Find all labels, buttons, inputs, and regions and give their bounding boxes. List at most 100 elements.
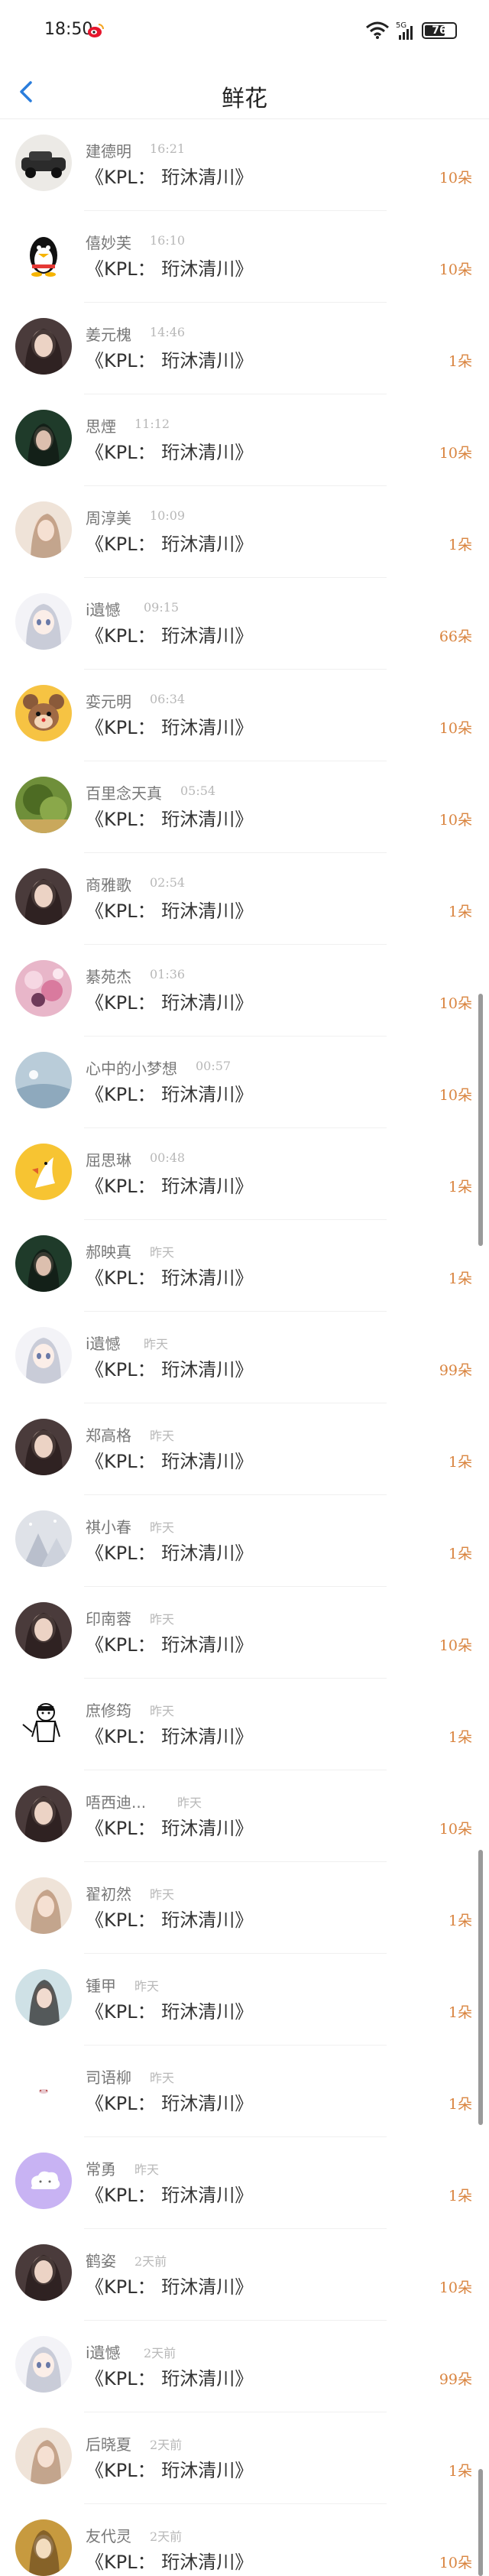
timestamp: 10:09 — [150, 508, 186, 523]
list-item[interactable]: 唔西迪... 昨天 《KPL： 珩沐清川》 10朵 — [0, 1770, 489, 1862]
list-item[interactable]: 司语柳 昨天 《KPL： 珩沐清川》 1朵 — [0, 2046, 489, 2137]
sender-name[interactable]: 綦苑杰 — [86, 965, 131, 987]
avatar[interactable] — [15, 2428, 72, 2484]
list-item[interactable]: 娈元明 06:34 《KPL： 珩沐清川》 10朵 — [0, 670, 489, 761]
sender-name[interactable]: 祺小春 — [86, 1515, 131, 1537]
avatar[interactable] — [15, 226, 72, 283]
sender-name[interactable]: 郑高格 — [86, 1423, 131, 1445]
list-item[interactable]: 姜元槐 14:46 《KPL： 珩沐清川》 1朵 — [0, 303, 489, 394]
avatar[interactable] — [15, 1052, 72, 1108]
sender-name[interactable]: 商雅歌 — [86, 873, 131, 895]
sender-name[interactable]: 心中的小梦想 — [86, 1056, 177, 1079]
sender-name[interactable]: 印南蓉 — [86, 1607, 131, 1629]
timestamp: 昨天 — [177, 1796, 202, 1810]
list-item[interactable]: 印南蓉 昨天 《KPL： 珩沐清川》 10朵 — [0, 1587, 489, 1679]
sender-name[interactable]: 周淳美 — [86, 506, 131, 528]
list-item[interactable]: 庶修筠 昨天 《KPL： 珩沐清川》 1朵 — [0, 1679, 489, 1770]
avatar[interactable] — [15, 410, 72, 466]
gift-recipient: 《KPL： 珩沐清川》 — [86, 2460, 254, 2481]
avatar[interactable] — [15, 1235, 72, 1292]
avatar[interactable] — [15, 2153, 72, 2209]
list-item[interactable]: i遺憾 09:15 《KPL： 珩沐清川》 66朵 — [0, 578, 489, 670]
sender-name[interactable]: 锺甲 — [86, 1974, 116, 1996]
sender-name[interactable]: 娈元明 — [86, 689, 131, 712]
list-item[interactable]: 綦苑杰 01:36 《KPL： 珩沐清川》 10朵 — [0, 945, 489, 1037]
timestamp: 2天前 — [134, 2254, 167, 2269]
list-item[interactable]: 思煙 11:12 《KPL： 珩沐清川》 10朵 — [0, 394, 489, 486]
timestamp: 2天前 — [150, 2438, 183, 2452]
avatar[interactable] — [15, 135, 72, 191]
timestamp: 05:54 — [180, 784, 216, 798]
sender-name[interactable]: 屈思琳 — [86, 1148, 131, 1170]
list-item[interactable]: 后晓夏 2天前 《KPL： 珩沐清川》 1朵 — [0, 2412, 489, 2504]
list-item[interactable]: 友代灵 2天前 《KPL： 珩沐清川》 10朵 — [0, 2504, 489, 2576]
sender-name[interactable]: i遺憾 — [86, 2341, 121, 2363]
list-item[interactable]: 商雅歌 02:54 《KPL： 珩沐清川》 1朵 — [0, 853, 489, 945]
timestamp: 09:15 — [144, 600, 180, 615]
avatar[interactable] — [15, 501, 72, 558]
list-item[interactable]: 郑高格 昨天 《KPL： 珩沐清川》 1朵 — [0, 1403, 489, 1495]
list-item[interactable]: i遺憾 昨天 《KPL： 珩沐清川》 99朵 — [0, 1312, 489, 1403]
avatar[interactable] — [15, 2244, 72, 2301]
avatar[interactable] — [15, 960, 72, 1017]
gift-recipient: 《KPL： 珩沐清川》 — [86, 2276, 254, 2298]
flower-count: 1朵 — [448, 353, 472, 370]
avatar[interactable] — [15, 1786, 72, 1842]
list-item[interactable]: 祺小春 昨天 《KPL： 珩沐清川》 1朵 — [0, 1495, 489, 1587]
avatar[interactable] — [15, 685, 72, 741]
flower-gift-list[interactable]: 建德明 16:21 《KPL： 珩沐清川》 10朵 僖妙芙 16:10 《KPL： 珩沐清川… — [0, 119, 489, 2576]
sender-name[interactable]: 建德明 — [86, 139, 131, 161]
list-item[interactable]: 僖妙芙 16:10 《KPL： 珩沐清川》 10朵 — [0, 211, 489, 303]
sender-name[interactable]: 僖妙芙 — [86, 231, 131, 253]
list-item[interactable]: 鹤姿 2天前 《KPL： 珩沐清川》 10朵 — [0, 2229, 489, 2321]
gift-recipient: 《KPL： 珩沐清川》 — [86, 2001, 254, 2023]
avatar[interactable] — [15, 1144, 72, 1200]
list-item[interactable]: 常勇 昨天 《KPL： 珩沐清川》 1朵 — [0, 2137, 489, 2229]
list-item[interactable]: 郝映真 昨天 《KPL： 珩沐清川》 1朵 — [0, 1220, 489, 1312]
avatar[interactable] — [15, 1510, 72, 1567]
sender-name[interactable]: 庶修筠 — [86, 1698, 131, 1721]
sender-name[interactable]: 百里念天真 — [86, 781, 162, 803]
list-item[interactable]: 屈思琳 00:48 《KPL： 珩沐清川》 1朵 — [0, 1128, 489, 1220]
sender-name[interactable]: 唔西迪... — [86, 1790, 146, 1812]
flower-count: 10朵 — [439, 445, 472, 462]
sender-name[interactable]: 翟初然 — [86, 1882, 131, 1904]
avatar[interactable] — [15, 593, 72, 650]
flower-count: 1朵 — [448, 1913, 472, 1929]
avatar[interactable] — [15, 1327, 72, 1384]
list-item[interactable]: 翟初然 昨天 《KPL： 珩沐清川》 1朵 — [0, 1862, 489, 1954]
flower-count: 10朵 — [439, 812, 472, 829]
avatar[interactable] — [15, 777, 72, 833]
avatar[interactable] — [15, 2519, 72, 2576]
sender-name[interactable]: i遺憾 — [86, 598, 121, 620]
signal-icon: 5G — [396, 20, 417, 44]
sender-name[interactable]: 后晓夏 — [86, 2432, 131, 2454]
flower-count: 1朵 — [448, 1546, 472, 1562]
sender-name[interactable]: 常勇 — [86, 2157, 116, 2179]
avatar[interactable] — [15, 1969, 72, 2026]
sender-name[interactable]: 姜元槐 — [86, 323, 131, 345]
avatar[interactable] — [15, 1419, 72, 1475]
avatar[interactable] — [15, 318, 72, 375]
avatar[interactable] — [15, 2061, 72, 2117]
avatar[interactable] — [15, 2336, 72, 2393]
list-item[interactable]: 建德明 16:21 《KPL： 珩沐清川》 10朵 — [0, 119, 489, 211]
timestamp: 昨天 — [144, 1337, 169, 1351]
list-item[interactable]: 百里念天真 05:54 《KPL： 珩沐清川》 10朵 — [0, 761, 489, 853]
scrollbar[interactable] — [478, 994, 483, 1246]
list-item[interactable]: 心中的小梦想 00:57 《KPL： 珩沐清川》 10朵 — [0, 1037, 489, 1128]
sender-name[interactable]: 郝映真 — [86, 1240, 131, 1262]
sender-name[interactable]: 思煙 — [86, 414, 116, 436]
list-item[interactable]: 周淳美 10:09 《KPL： 珩沐清川》 1朵 — [0, 486, 489, 578]
sender-name[interactable]: 友代灵 — [86, 2524, 131, 2546]
sender-name[interactable]: 鹤姿 — [86, 2249, 116, 2271]
sender-name[interactable]: 司语柳 — [86, 2065, 131, 2088]
avatar[interactable] — [15, 868, 72, 925]
status-bar: 18:50 5G 76 — [0, 0, 489, 64]
list-item[interactable]: 锺甲 昨天 《KPL： 珩沐清川》 1朵 — [0, 1954, 489, 2046]
avatar[interactable] — [15, 1602, 72, 1659]
sender-name[interactable]: i遺憾 — [86, 1332, 121, 1354]
avatar[interactable] — [15, 1694, 72, 1750]
list-item[interactable]: i遺憾 2天前 《KPL： 珩沐清川》 99朵 — [0, 2321, 489, 2412]
avatar[interactable] — [15, 1877, 72, 1934]
